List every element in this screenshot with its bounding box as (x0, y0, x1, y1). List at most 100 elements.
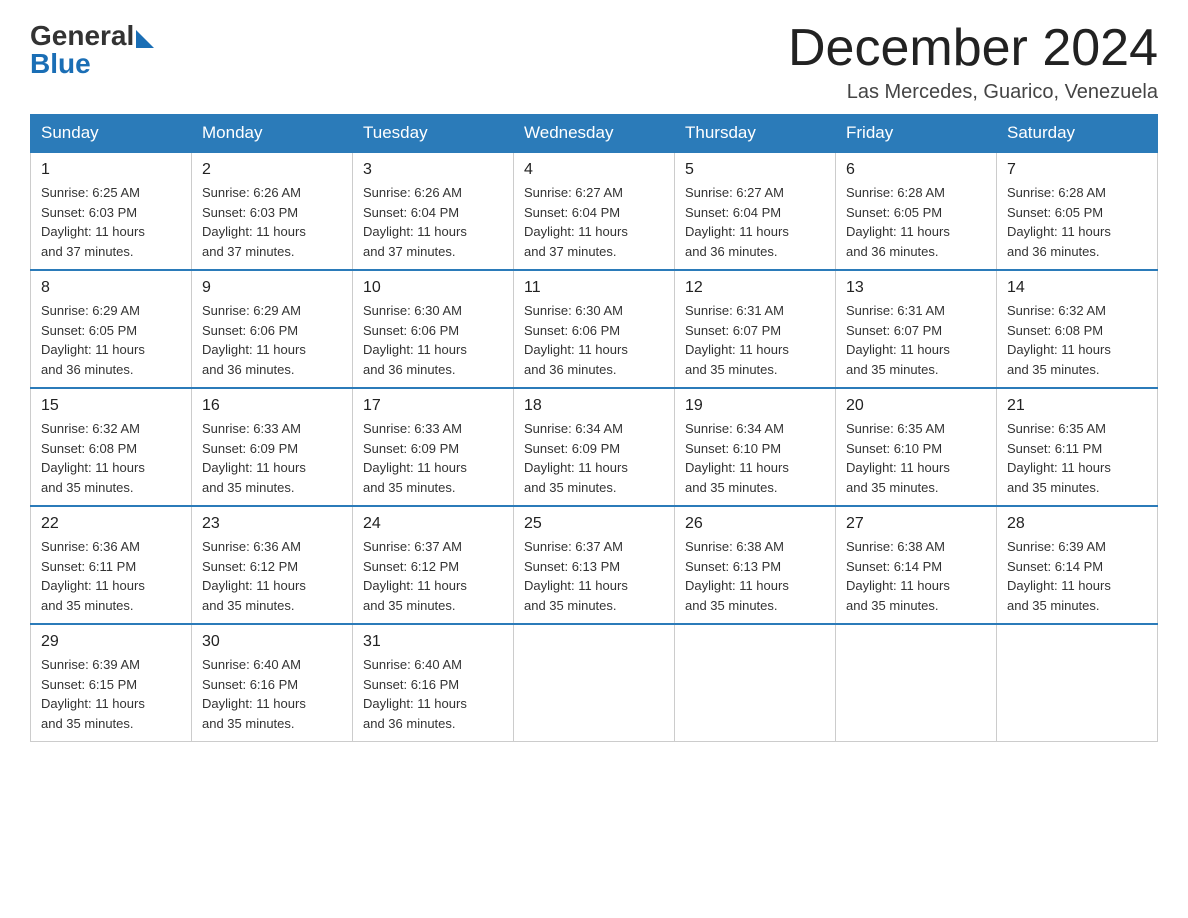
day-number: 17 (363, 397, 503, 415)
day-number: 7 (1007, 161, 1147, 179)
day-info: Sunrise: 6:34 AMSunset: 6:09 PMDaylight:… (524, 421, 628, 495)
day-info: Sunrise: 6:29 AMSunset: 6:06 PMDaylight:… (202, 303, 306, 377)
header-sunday: Sunday (31, 115, 192, 153)
header-friday: Friday (836, 115, 997, 153)
day-number: 24 (363, 515, 503, 533)
day-cell: 24 Sunrise: 6:37 AMSunset: 6:12 PMDaylig… (353, 506, 514, 624)
day-info: Sunrise: 6:31 AMSunset: 6:07 PMDaylight:… (685, 303, 789, 377)
day-number: 29 (41, 633, 181, 651)
week-row-1: 1 Sunrise: 6:25 AMSunset: 6:03 PMDayligh… (31, 152, 1158, 270)
day-info: Sunrise: 6:34 AMSunset: 6:10 PMDaylight:… (685, 421, 789, 495)
logo: General Blue (30, 20, 154, 80)
day-info: Sunrise: 6:31 AMSunset: 6:07 PMDaylight:… (846, 303, 950, 377)
day-cell (997, 624, 1158, 742)
day-info: Sunrise: 6:39 AMSunset: 6:15 PMDaylight:… (41, 657, 145, 731)
week-row-4: 22 Sunrise: 6:36 AMSunset: 6:11 PMDaylig… (31, 506, 1158, 624)
page-header: General Blue December 2024 Las Mercedes,… (30, 20, 1158, 104)
day-number: 2 (202, 161, 342, 179)
day-info: Sunrise: 6:25 AMSunset: 6:03 PMDaylight:… (41, 185, 145, 259)
header-thursday: Thursday (675, 115, 836, 153)
day-cell: 26 Sunrise: 6:38 AMSunset: 6:13 PMDaylig… (675, 506, 836, 624)
day-number: 23 (202, 515, 342, 533)
day-info: Sunrise: 6:33 AMSunset: 6:09 PMDaylight:… (202, 421, 306, 495)
logo-triangle-icon (136, 30, 154, 48)
week-row-5: 29 Sunrise: 6:39 AMSunset: 6:15 PMDaylig… (31, 624, 1158, 742)
day-number: 9 (202, 279, 342, 297)
day-cell: 18 Sunrise: 6:34 AMSunset: 6:09 PMDaylig… (514, 388, 675, 506)
day-cell: 30 Sunrise: 6:40 AMSunset: 6:16 PMDaylig… (192, 624, 353, 742)
day-cell: 20 Sunrise: 6:35 AMSunset: 6:10 PMDaylig… (836, 388, 997, 506)
day-number: 8 (41, 279, 181, 297)
day-info: Sunrise: 6:30 AMSunset: 6:06 PMDaylight:… (363, 303, 467, 377)
location-subtitle: Las Mercedes, Guarico, Venezuela (788, 81, 1158, 104)
day-info: Sunrise: 6:36 AMSunset: 6:12 PMDaylight:… (202, 539, 306, 613)
day-info: Sunrise: 6:40 AMSunset: 6:16 PMDaylight:… (363, 657, 467, 731)
day-info: Sunrise: 6:35 AMSunset: 6:10 PMDaylight:… (846, 421, 950, 495)
day-info: Sunrise: 6:38 AMSunset: 6:13 PMDaylight:… (685, 539, 789, 613)
day-cell: 16 Sunrise: 6:33 AMSunset: 6:09 PMDaylig… (192, 388, 353, 506)
day-cell: 8 Sunrise: 6:29 AMSunset: 6:05 PMDayligh… (31, 270, 192, 388)
day-info: Sunrise: 6:30 AMSunset: 6:06 PMDaylight:… (524, 303, 628, 377)
logo-blue-text: Blue (30, 48, 91, 80)
weekday-header-row: Sunday Monday Tuesday Wednesday Thursday… (31, 115, 1158, 153)
day-cell: 31 Sunrise: 6:40 AMSunset: 6:16 PMDaylig… (353, 624, 514, 742)
day-number: 22 (41, 515, 181, 533)
day-cell: 28 Sunrise: 6:39 AMSunset: 6:14 PMDaylig… (997, 506, 1158, 624)
day-cell: 10 Sunrise: 6:30 AMSunset: 6:06 PMDaylig… (353, 270, 514, 388)
day-number: 4 (524, 161, 664, 179)
day-cell: 14 Sunrise: 6:32 AMSunset: 6:08 PMDaylig… (997, 270, 1158, 388)
day-cell: 15 Sunrise: 6:32 AMSunset: 6:08 PMDaylig… (31, 388, 192, 506)
calendar-table: Sunday Monday Tuesday Wednesday Thursday… (30, 114, 1158, 742)
day-info: Sunrise: 6:37 AMSunset: 6:13 PMDaylight:… (524, 539, 628, 613)
day-info: Sunrise: 6:27 AMSunset: 6:04 PMDaylight:… (524, 185, 628, 259)
day-number: 31 (363, 633, 503, 651)
day-number: 16 (202, 397, 342, 415)
day-cell: 5 Sunrise: 6:27 AMSunset: 6:04 PMDayligh… (675, 152, 836, 270)
day-cell: 1 Sunrise: 6:25 AMSunset: 6:03 PMDayligh… (31, 152, 192, 270)
day-number: 28 (1007, 515, 1147, 533)
day-number: 10 (363, 279, 503, 297)
day-info: Sunrise: 6:32 AMSunset: 6:08 PMDaylight:… (1007, 303, 1111, 377)
week-row-3: 15 Sunrise: 6:32 AMSunset: 6:08 PMDaylig… (31, 388, 1158, 506)
day-info: Sunrise: 6:26 AMSunset: 6:03 PMDaylight:… (202, 185, 306, 259)
day-number: 5 (685, 161, 825, 179)
day-number: 15 (41, 397, 181, 415)
day-cell: 12 Sunrise: 6:31 AMSunset: 6:07 PMDaylig… (675, 270, 836, 388)
day-number: 30 (202, 633, 342, 651)
day-number: 3 (363, 161, 503, 179)
day-cell (675, 624, 836, 742)
day-cell: 22 Sunrise: 6:36 AMSunset: 6:11 PMDaylig… (31, 506, 192, 624)
day-info: Sunrise: 6:32 AMSunset: 6:08 PMDaylight:… (41, 421, 145, 495)
day-number: 11 (524, 279, 664, 297)
day-info: Sunrise: 6:39 AMSunset: 6:14 PMDaylight:… (1007, 539, 1111, 613)
day-cell: 6 Sunrise: 6:28 AMSunset: 6:05 PMDayligh… (836, 152, 997, 270)
day-cell: 7 Sunrise: 6:28 AMSunset: 6:05 PMDayligh… (997, 152, 1158, 270)
day-cell: 19 Sunrise: 6:34 AMSunset: 6:10 PMDaylig… (675, 388, 836, 506)
day-info: Sunrise: 6:26 AMSunset: 6:04 PMDaylight:… (363, 185, 467, 259)
day-cell (514, 624, 675, 742)
day-number: 12 (685, 279, 825, 297)
day-cell: 3 Sunrise: 6:26 AMSunset: 6:04 PMDayligh… (353, 152, 514, 270)
day-info: Sunrise: 6:37 AMSunset: 6:12 PMDaylight:… (363, 539, 467, 613)
day-info: Sunrise: 6:29 AMSunset: 6:05 PMDaylight:… (41, 303, 145, 377)
day-cell: 17 Sunrise: 6:33 AMSunset: 6:09 PMDaylig… (353, 388, 514, 506)
day-cell: 29 Sunrise: 6:39 AMSunset: 6:15 PMDaylig… (31, 624, 192, 742)
day-cell: 11 Sunrise: 6:30 AMSunset: 6:06 PMDaylig… (514, 270, 675, 388)
header-wednesday: Wednesday (514, 115, 675, 153)
day-cell: 25 Sunrise: 6:37 AMSunset: 6:13 PMDaylig… (514, 506, 675, 624)
header-monday: Monday (192, 115, 353, 153)
day-cell: 9 Sunrise: 6:29 AMSunset: 6:06 PMDayligh… (192, 270, 353, 388)
day-number: 19 (685, 397, 825, 415)
month-title: December 2024 (788, 20, 1158, 77)
day-number: 25 (524, 515, 664, 533)
week-row-2: 8 Sunrise: 6:29 AMSunset: 6:05 PMDayligh… (31, 270, 1158, 388)
day-cell: 4 Sunrise: 6:27 AMSunset: 6:04 PMDayligh… (514, 152, 675, 270)
title-block: December 2024 Las Mercedes, Guarico, Ven… (788, 20, 1158, 104)
day-number: 27 (846, 515, 986, 533)
day-info: Sunrise: 6:38 AMSunset: 6:14 PMDaylight:… (846, 539, 950, 613)
day-number: 20 (846, 397, 986, 415)
day-cell: 23 Sunrise: 6:36 AMSunset: 6:12 PMDaylig… (192, 506, 353, 624)
day-info: Sunrise: 6:28 AMSunset: 6:05 PMDaylight:… (846, 185, 950, 259)
day-number: 13 (846, 279, 986, 297)
day-number: 6 (846, 161, 986, 179)
